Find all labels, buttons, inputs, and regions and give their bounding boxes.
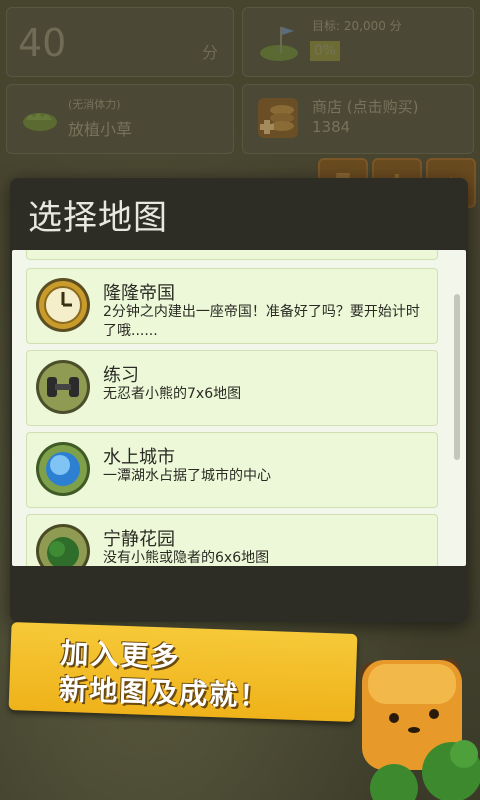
map-item-desc: 2分钟之内建出一座帝国！准备好了吗？要开始计时了哦......	[103, 304, 420, 339]
map-item-desc: 无忍者小熊的7x6地图	[103, 386, 242, 402]
map-select-dialog: 选择地图 隆隆帝国 2分钟之内建出一座帝国！准备好了吗？要开始计时了哦.....…	[10, 178, 468, 622]
list-scrollbar[interactable]	[454, 294, 460, 460]
map-item-practice[interactable]: 练习 无忍者小熊的7x6地图	[26, 350, 438, 426]
shop-button[interactable]: 商店 (点击购买) 1384	[242, 84, 474, 154]
map-item-title: 练习	[103, 365, 139, 386]
grass-label: 放植小草	[68, 120, 133, 139]
grass-cost-note: (无消体力)	[68, 98, 121, 111]
coins-icon	[258, 98, 298, 138]
map-item-desc: 没有小熊或隐者的6x6地图	[103, 550, 270, 566]
plant-grass-button[interactable]: (无消体力) 放植小草	[6, 84, 234, 154]
tree-icon	[36, 524, 90, 566]
clock-icon	[36, 278, 90, 332]
lake-icon	[36, 442, 90, 496]
map-item-garden[interactable]: 宁静花园 没有小熊或隐者的6x6地图	[26, 514, 438, 566]
bear-mascot-icon	[360, 658, 480, 800]
promo-banner: 加入更多 新地图及成就！	[8, 621, 358, 723]
goal-panel: 目标: 20,000 分 0%	[242, 7, 474, 77]
map-item-title: 水上城市	[103, 447, 175, 468]
map-item-desc: 一潭湖水占据了城市的中心	[103, 468, 271, 484]
promo-line-2: 新地图及成就！	[58, 672, 270, 714]
dumbbell-icon	[36, 360, 90, 414]
map-item-previous[interactable]	[26, 250, 438, 260]
grass-icon	[23, 113, 57, 131]
map-item-empire[interactable]: 隆隆帝国 2分钟之内建出一座帝国！准备好了吗？要开始计时了哦......	[26, 268, 438, 344]
score-panel: 40 分	[6, 7, 234, 77]
dialog-title: 选择地图	[28, 198, 168, 238]
map-item-title: 宁静花园	[103, 529, 175, 550]
shop-label: 商店 (点击购买)	[312, 98, 419, 116]
flag-icon	[260, 27, 298, 61]
map-item-title: 隆隆帝国	[103, 283, 175, 304]
goal-progress: 0%	[310, 41, 341, 61]
score-value: 40	[18, 21, 67, 65]
map-item-water-city[interactable]: 水上城市 一潭湖水占据了城市的中心	[26, 432, 438, 508]
coin-count: 1384	[312, 118, 351, 136]
map-list[interactable]: 隆隆帝国 2分钟之内建出一座帝国！准备好了吗？要开始计时了哦...... 练习 …	[12, 250, 466, 566]
score-unit: 分	[201, 43, 218, 62]
goal-label: 目标: 20,000 分	[312, 19, 402, 33]
